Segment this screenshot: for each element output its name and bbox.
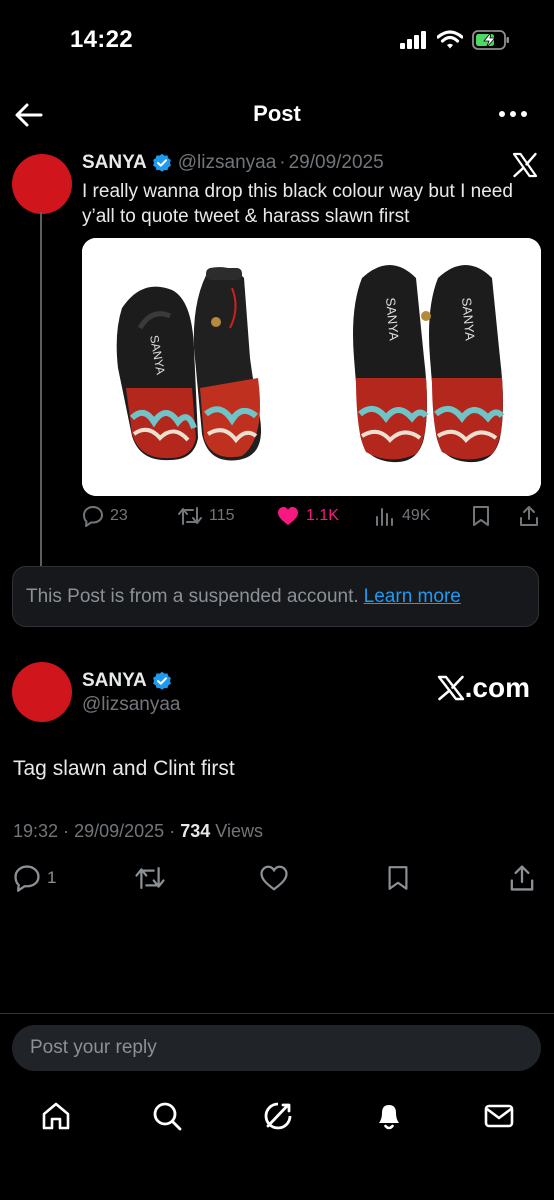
reply-divider (0, 1013, 554, 1014)
bottom-nav (0, 1082, 554, 1200)
heart-icon (260, 865, 288, 891)
quoted-post-date[interactable]: 29/09/2025 (289, 152, 384, 174)
suspended-notice-text: This Post is from a suspended account. (26, 585, 359, 607)
bookmark-action[interactable] (471, 505, 491, 527)
repost-icon (178, 507, 202, 525)
more-dots-icon (499, 111, 527, 117)
author-name-row: SANYA (82, 670, 178, 692)
verified-badge-icon (152, 671, 172, 691)
more-options-button[interactable] (498, 104, 528, 124)
status-time: 14:22 (70, 26, 133, 53)
like-count: 1.1K (306, 507, 339, 524)
messages-icon (484, 1104, 514, 1128)
author-avatar[interactable] (12, 662, 72, 722)
reply-count: 23 (110, 507, 128, 524)
quoted-author-handle[interactable]: @lizsanyaa (178, 152, 277, 174)
views-count: 49K (402, 507, 431, 524)
separator-dot: · (279, 152, 286, 173)
xcom-text: .com (464, 672, 530, 703)
thread-line (40, 212, 42, 570)
views-label[interactable]: Views (215, 821, 263, 841)
bookmark-action[interactable] (386, 864, 410, 892)
quoted-author-name[interactable]: SANYA (82, 152, 147, 174)
notifications-icon (379, 1105, 399, 1130)
quoted-post-actions: 23 115 1.1K 49K (82, 505, 542, 533)
quoted-post-text: I really wanna drop this black colour wa… (82, 181, 513, 227)
views-action[interactable]: 49K (374, 505, 430, 527)
author-name[interactable]: SANYA (82, 670, 147, 692)
battery-charging-icon (472, 30, 509, 50)
clog-pair-image: SANYA SANYA (353, 265, 505, 463)
repost-action[interactable] (134, 864, 166, 892)
share-icon (510, 865, 534, 891)
page-title: Post (253, 101, 301, 126)
quoted-post-header: SANYA @lizsanyaa · 29/09/2025 (82, 152, 384, 174)
post-text: Tag slawn and Clint first (13, 757, 235, 780)
nav-grok[interactable] (260, 1098, 296, 1134)
like-action[interactable] (259, 864, 289, 892)
post-meta: 19:32 · 29/09/2025 · 734 Views (13, 821, 263, 842)
wifi-icon (437, 30, 463, 49)
x-logo-icon (512, 152, 538, 178)
heart-filled-icon (278, 507, 298, 525)
post-actions: 1 (0, 864, 554, 894)
separator-dot: · (169, 821, 176, 841)
suspended-account-notice: This Post is from a suspended account. L… (12, 566, 539, 627)
share-icon (520, 506, 538, 526)
media-image-2[interactable]: SANYA SANYA (320, 238, 541, 496)
author-handle[interactable]: @lizsanyaa (82, 694, 181, 716)
reply-action[interactable]: 23 (82, 505, 128, 527)
reply-placeholder: Post your reply (30, 1037, 157, 1058)
reply-count: 1 (47, 868, 57, 887)
share-action[interactable] (518, 505, 540, 527)
verified-badge-icon (152, 153, 172, 173)
xcom-logo: .com (437, 672, 530, 704)
grok-icon (264, 1102, 292, 1130)
x-logo-icon (437, 675, 464, 701)
reply-input[interactable]: Post your reply (12, 1025, 541, 1071)
reply-icon (83, 506, 103, 527)
separator-dot: · (63, 821, 70, 841)
repost-count: 115 (209, 507, 235, 524)
views-chart-icon (376, 508, 393, 526)
reply-icon (14, 865, 40, 892)
media-image-1[interactable]: SANYA (82, 238, 308, 496)
learn-more-link[interactable]: Learn more (364, 586, 461, 608)
nav-notifications[interactable] (371, 1098, 407, 1134)
nav-messages[interactable] (481, 1098, 517, 1134)
post-time: 19:32 (13, 821, 59, 841)
nav-search[interactable] (149, 1098, 185, 1134)
quoted-media-grid[interactable]: SANYA SANYA SANYA (82, 238, 541, 496)
like-action[interactable]: 1.1K (276, 505, 339, 527)
home-icon (42, 1102, 70, 1130)
post-date: 29/09/2025 (74, 821, 165, 841)
repost-icon (135, 867, 165, 889)
clog-pair-image: SANYA (116, 267, 262, 461)
share-action[interactable] (508, 864, 536, 892)
bookmark-icon (388, 866, 408, 890)
search-icon (153, 1102, 182, 1131)
reply-action[interactable]: 1 (13, 864, 56, 892)
cellular-signal-icon (400, 31, 426, 49)
quoted-avatar[interactable] (12, 154, 72, 214)
repost-action[interactable]: 115 (177, 505, 235, 527)
status-icons (400, 30, 510, 50)
views-count: 734 (180, 821, 211, 841)
bookmark-icon (473, 506, 489, 526)
nav-home[interactable] (38, 1098, 74, 1134)
